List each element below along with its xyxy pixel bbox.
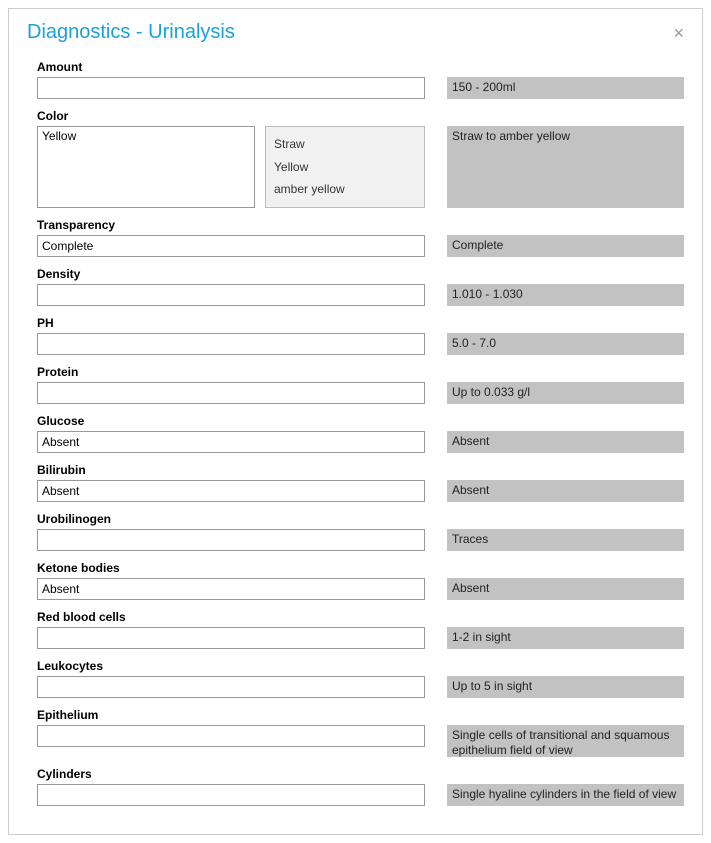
field-amount: Amount 150 - 200ml [37, 60, 684, 99]
field-urobilinogen: Urobilinogen Traces [37, 512, 684, 551]
ref-density: 1.010 - 1.030 [447, 284, 684, 306]
label-rbc: Red blood cells [37, 610, 684, 624]
close-icon[interactable]: × [673, 24, 684, 42]
ref-ketone: Absent [447, 578, 684, 600]
form-body: Amount 150 - 200ml Color Yellow Straw Ye… [9, 52, 702, 834]
field-protein: Protein Up to 0.033 g/l [37, 365, 684, 404]
field-glucose: Glucose Absent [37, 414, 684, 453]
field-cylinders: Cylinders Single hyaline cylinders in th… [37, 767, 684, 806]
dialog-header: Diagnostics - Urinalysis × [9, 9, 702, 52]
field-rbc: Red blood cells 1-2 in sight [37, 610, 684, 649]
color-option-straw[interactable]: Straw [274, 137, 416, 151]
input-transparency[interactable] [37, 235, 425, 257]
ref-urobilinogen: Traces [447, 529, 684, 551]
ref-protein: Up to 0.033 g/l [447, 382, 684, 404]
ref-amount: 150 - 200ml [447, 77, 684, 99]
label-protein: Protein [37, 365, 684, 379]
label-urobilinogen: Urobilinogen [37, 512, 684, 526]
input-glucose[interactable] [37, 431, 425, 453]
input-density[interactable] [37, 284, 425, 306]
label-transparency: Transparency [37, 218, 684, 232]
label-bilirubin: Bilirubin [37, 463, 684, 477]
label-ketone: Ketone bodies [37, 561, 684, 575]
input-ketone[interactable] [37, 578, 425, 600]
input-bilirubin[interactable] [37, 480, 425, 502]
dialog-title: Diagnostics - Urinalysis [27, 21, 235, 44]
label-amount: Amount [37, 60, 684, 74]
field-epithelium: Epithelium Single cells of transitional … [37, 708, 684, 757]
ref-epithelium: Single cells of transitional and squamou… [447, 725, 684, 757]
label-color: Color [37, 109, 684, 123]
input-amount[interactable] [37, 77, 425, 99]
label-density: Density [37, 267, 684, 281]
ref-cylinders: Single hyaline cylinders in the field of… [447, 784, 684, 806]
field-leukocytes: Leukocytes Up to 5 in sight [37, 659, 684, 698]
label-leukocytes: Leukocytes [37, 659, 684, 673]
ref-rbc: 1-2 in sight [447, 627, 684, 649]
ref-glucose: Absent [447, 431, 684, 453]
color-option-amber[interactable]: amber yellow [274, 182, 416, 196]
ref-color: Straw to amber yellow [447, 126, 684, 208]
diagnostics-dialog: Diagnostics - Urinalysis × Amount 150 - … [8, 8, 703, 835]
field-ketone: Ketone bodies Absent [37, 561, 684, 600]
input-rbc[interactable] [37, 627, 425, 649]
field-bilirubin: Bilirubin Absent [37, 463, 684, 502]
label-glucose: Glucose [37, 414, 684, 428]
field-density: Density 1.010 - 1.030 [37, 267, 684, 306]
ref-bilirubin: Absent [447, 480, 684, 502]
input-leukocytes[interactable] [37, 676, 425, 698]
ref-transparency: Complete [447, 235, 684, 257]
input-color[interactable]: Yellow [37, 126, 255, 208]
label-ph: PH [37, 316, 684, 330]
field-color: Color Yellow Straw Yellow amber yellow S… [37, 109, 684, 208]
ref-ph: 5.0 - 7.0 [447, 333, 684, 355]
input-protein[interactable] [37, 382, 425, 404]
color-options[interactable]: Straw Yellow amber yellow [265, 126, 425, 208]
label-epithelium: Epithelium [37, 708, 684, 722]
label-cylinders: Cylinders [37, 767, 684, 781]
ref-leukocytes: Up to 5 in sight [447, 676, 684, 698]
input-cylinders[interactable] [37, 784, 425, 806]
field-ph: PH 5.0 - 7.0 [37, 316, 684, 355]
input-ph[interactable] [37, 333, 425, 355]
color-option-yellow[interactable]: Yellow [274, 160, 416, 174]
field-transparency: Transparency Complete [37, 218, 684, 257]
input-epithelium[interactable] [37, 725, 425, 747]
input-urobilinogen[interactable] [37, 529, 425, 551]
